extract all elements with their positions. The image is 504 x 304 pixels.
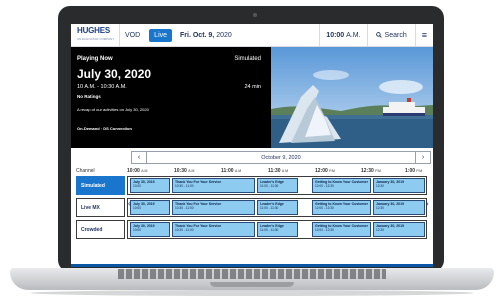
webcam (253, 13, 257, 17)
scroll-left-arrow[interactable]: ‹ (128, 199, 131, 208)
search-button[interactable]: Search (366, 24, 415, 46)
program-cell[interactable]: January 30, 2019 12:30 (373, 178, 425, 193)
time-slot: 1:00 P.M (405, 168, 423, 174)
program-duration: 24 min (244, 84, 261, 90)
laptop-shadow (30, 290, 474, 296)
program-rating: No Ratings (77, 94, 101, 99)
search-icon (375, 32, 382, 38)
playing-now-label: Playing Now (77, 56, 113, 62)
prev-date-button[interactable]: ‹ (132, 152, 147, 163)
time-slot: 12:00 P.M (315, 168, 335, 174)
harbor-scene-image (271, 47, 433, 148)
guide-row-simulated: July 30, 2019 10:00 Thank You For Your Se… (127, 176, 427, 195)
tab-live[interactable]: Live (149, 28, 173, 42)
time-slot: 10:00 A.M (127, 168, 148, 174)
date-navigator: ‹ October 9, 2020 › (131, 151, 431, 164)
channel-crowded[interactable]: Crowded (76, 220, 125, 239)
now-playing-info: Playing Now Simulated July 30, 2020 10 A… (71, 47, 271, 148)
program-title: July 30, 2020 (77, 67, 152, 81)
program-cell[interactable]: January 30, 2019 12:30 (373, 200, 425, 215)
tab-vod[interactable]: VOD (119, 24, 145, 46)
program-time-range: 10 A.M. - 10:30 A.M. (77, 84, 127, 90)
top-bar: HUGHES AN ECHOSTAR COMPANY VOD Live Fri.… (71, 24, 433, 47)
scroll-right-arrow[interactable]: › (426, 199, 429, 208)
program-cell[interactable]: Leader's Edge 11:00 - 11:30 (257, 222, 298, 237)
channel-simulated[interactable]: Simulated (76, 176, 125, 195)
logo-text: HUGHES (77, 26, 111, 35)
program-cell[interactable]: July 30, 2019 10:00 (130, 200, 170, 215)
guide-date: October 9, 2020 (261, 154, 301, 161)
guide-row-crowded: July 30, 2019 10:00 Thank You For Your Se… (127, 220, 427, 239)
guide-row-live-mx: July 30, 2019 10:00 Thank You For Your Se… (127, 198, 427, 217)
logo-subtext: AN ECHOSTAR COMPANY (77, 37, 115, 41)
mode-label: Simulated (234, 56, 261, 62)
channel-live-mx[interactable]: Live MX (76, 198, 125, 217)
date-year: 2020 (216, 31, 232, 39)
current-date: Fri. Oct. 9, 2020 (176, 32, 319, 39)
hamburger-icon: ≡ (421, 30, 427, 40)
channel-header: Channel (76, 168, 95, 174)
time-slot: 11:30 A.M (268, 168, 289, 174)
next-date-button[interactable]: › (414, 152, 430, 163)
time-slot: 12:30 P.M (361, 168, 381, 174)
program-cell[interactable]: Thank You For Your Service 10:30 - 11:00 (172, 200, 255, 215)
program-cell[interactable]: Leader's Edge 11:00 - 11:30 (257, 200, 298, 215)
chevron-right-icon: › (421, 154, 425, 161)
preview-image[interactable] (271, 47, 433, 148)
laptop-keyboard (118, 269, 386, 279)
time-value: 10:00 (326, 31, 345, 39)
current-time: 10:00 A.M. (319, 24, 366, 46)
program-cell[interactable]: July 30, 2019 10:00 (130, 178, 170, 193)
connection-info: On-Demand · DS Connection (77, 126, 132, 131)
bottom-accent-bar (71, 264, 433, 267)
app-screen: HUGHES AN ECHOSTAR COMPANY VOD Live Fri.… (71, 24, 433, 267)
program-cell[interactable]: Thank You For Your Service 10:30 - 11:00 (172, 178, 255, 193)
program-cell[interactable]: July 30, 2019 10:00 (130, 222, 170, 237)
menu-button[interactable]: ≡ (414, 24, 433, 46)
search-label: Search (384, 31, 407, 39)
time-slot: 10:30 A.M (174, 168, 195, 174)
laptop-notch (210, 282, 294, 287)
date-day: Fri. Oct. 9, (180, 31, 215, 39)
program-cell[interactable]: January 30, 2019 12:30 (373, 222, 425, 237)
program-cell[interactable]: Getting to Know Your Customer 12:00 - 12:… (312, 200, 371, 215)
program-cell[interactable]: Getting to Know Your Customer 12:00 - 12:… (312, 222, 371, 237)
program-description: A recap of our activities on July 30, 20… (77, 107, 149, 112)
time-header: Channel 10:00 A.M 10:30 A.M 11:00 A.M 11… (71, 167, 433, 176)
program-cell[interactable]: Thank You For Your Service 10:30 - 11:00 (172, 222, 255, 237)
time-suffix: A.M. (346, 31, 361, 39)
program-cell[interactable]: Leader's Edge 11:00 - 11:30 (257, 178, 298, 193)
hughes-logo[interactable]: HUGHES AN ECHOSTAR COMPANY (71, 27, 119, 43)
chevron-left-icon: ‹ (137, 154, 141, 161)
now-playing-panel: Playing Now Simulated July 30, 2020 10 A… (71, 47, 433, 148)
time-slot: 11:00 A.M (221, 168, 242, 174)
program-cell[interactable]: Getting to Know Your Customer 12:00 - 12:… (312, 178, 371, 193)
